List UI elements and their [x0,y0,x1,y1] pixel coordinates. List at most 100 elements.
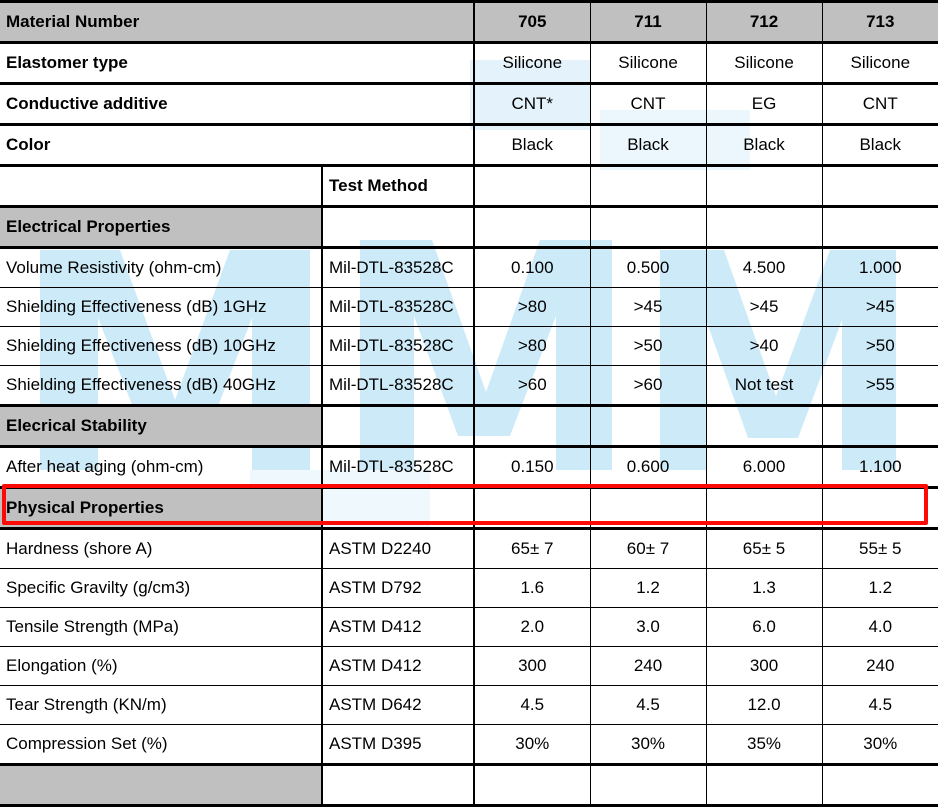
row-value: >45 [589,287,707,327]
row-value: >80 [473,287,591,327]
empty-cell [589,487,707,530]
row-label: Tensile Strength (MPa) [0,607,322,647]
row-value: 1.2 [589,568,707,608]
row-value: Black [589,124,707,167]
row-value: 6.000 [705,446,823,489]
section-title: Elecrical Stability [0,405,322,448]
row-value: Black [705,124,823,167]
row-value: 30% [821,724,938,766]
row-value: Not test [705,365,823,407]
spec-sheet: Material Number 705 711 712 713 Elastomer typ… [0,0,938,807]
row-label: Conductive additive [0,83,475,126]
row-value: 35% [705,724,823,766]
empty-cell [821,405,938,448]
row-value: 65± 7 [473,528,591,569]
table-row: Elongation (%) ASTM D412 300 240 300 240 [0,646,938,686]
row-value: Silicone [473,42,591,85]
row-value: 4.5 [589,685,707,725]
table-row: After heat aging (ohm-cm) Mil-DTL-83528C 0… [0,446,938,489]
row-test-method: Mil-DTL-83528C [320,365,475,407]
row-label: Shielding Effectiveness (dB) 10GHz [0,326,322,366]
table-row: Shielding Effectiveness (dB) 1GHz Mil-DTL… [0,287,938,327]
row-value: Black [473,124,591,167]
row-test-method: ASTM D412 [320,646,475,686]
empty-cell [705,487,823,530]
section-header-row: Elecrical Stability [0,405,938,448]
empty-cell [320,487,475,530]
section-header-row: Physical Properties [0,487,938,530]
row-label: Elongation (%) [0,646,322,686]
row-value: 30% [473,724,591,766]
header-row-test-method: Test Method [0,165,938,208]
empty-cell [473,405,591,448]
row-value: 300 [473,646,591,686]
row-label: Color [0,124,475,167]
table-row: Conductive additive CNT* CNT EG CNT [0,83,938,126]
empty-cell [473,764,591,807]
row-value: 0.500 [589,247,707,288]
row-value: >45 [821,287,938,327]
table-row: Shielding Effectiveness (dB) 10GHz Mil-DT… [0,326,938,366]
empty-cell [705,405,823,448]
row-value: Black [821,124,938,167]
row-label: Specific Gravilty (g/cm3) [0,568,322,608]
table-row: Elastomer type Silicone Silicone Silicone Si… [0,42,938,85]
row-label: Shielding Effectiveness (dB) 1GHz [0,287,322,327]
section-title [0,764,322,807]
row-value: 4.500 [705,247,823,288]
empty-cell [589,206,707,249]
empty-cell [320,206,475,249]
row-value: Silicone [705,42,823,85]
section-title: Physical Properties [0,487,322,530]
row-value: 60± 7 [589,528,707,569]
row-label: Shielding Effectiveness (dB) 40GHz [0,365,322,407]
row-value: 0.600 [589,446,707,489]
row-test-method: ASTM D412 [320,607,475,647]
row-label: Compression Set (%) [0,724,322,766]
empty-cell [589,764,707,807]
column-header-711: 711 [589,0,707,44]
row-value: 30% [589,724,707,766]
section-title: Electrical Properties [0,206,322,249]
row-value: 1.3 [705,568,823,608]
row-value: >60 [473,365,591,407]
row-value: 2.0 [473,607,591,647]
row-value: Silicone [589,42,707,85]
row-value: EG [705,83,823,126]
row-label: Volume Resistivity (ohm-cm) [0,247,322,288]
empty-cell [320,405,475,448]
row-label: After heat aging (ohm-cm) [0,446,322,489]
row-value: >80 [473,326,591,366]
row-value: 12.0 [705,685,823,725]
empty-cell [705,165,823,208]
row-value: >50 [821,326,938,366]
column-header-713: 713 [821,0,938,44]
row-value: 4.5 [473,685,591,725]
material-specification-table: Material Number 705 711 712 713 Elastomer typ… [0,0,938,807]
section-header-row: Electrical Properties [0,206,938,249]
row-test-method: ASTM D395 [320,724,475,766]
empty-cell [705,764,823,807]
row-value: 3.0 [589,607,707,647]
row-value: 1.100 [821,446,938,489]
empty-cell [821,764,938,807]
row-test-method: Mil-DTL-83528C [320,287,475,327]
row-value: CNT [821,83,938,126]
row-value: >45 [705,287,823,327]
row-value: 1.6 [473,568,591,608]
column-header-712: 712 [705,0,823,44]
row-value: 0.150 [473,446,591,489]
empty-cell [821,487,938,530]
row-value: 1.2 [821,568,938,608]
row-test-method: Mil-DTL-83528C [320,326,475,366]
table-row: Specific Gravilty (g/cm3) ASTM D792 1.6 1.2… [0,568,938,608]
row-label: Tear Strength (KN/m) [0,685,322,725]
row-label: Elastomer type [0,42,475,85]
table-row: Tear Strength (KN/m) ASTM D642 4.5 4.5 12.0 4… [0,685,938,725]
row-test-method: ASTM D792 [320,568,475,608]
empty-cell [473,165,591,208]
empty-cell [320,764,475,807]
row-value: 4.5 [821,685,938,725]
test-method-header: Test Method [320,165,475,208]
empty-cell [705,206,823,249]
